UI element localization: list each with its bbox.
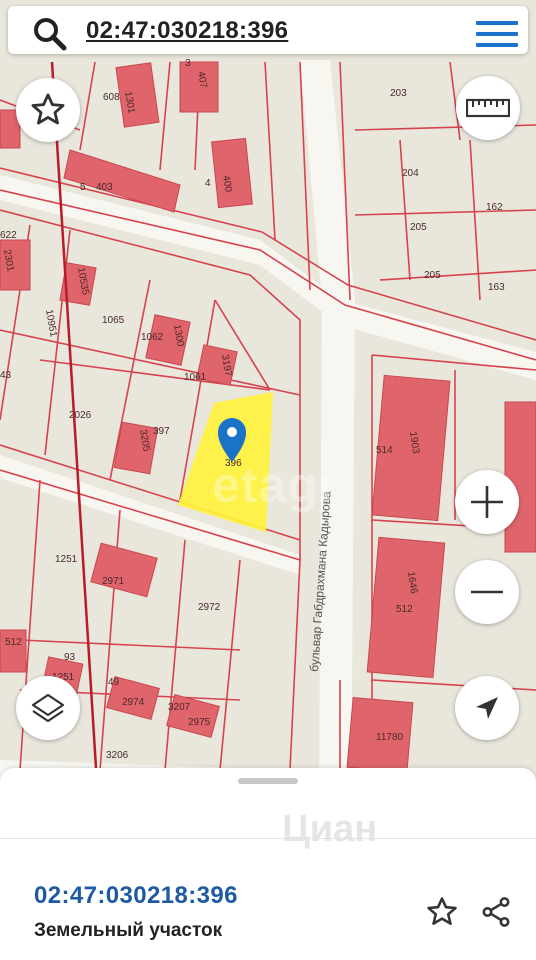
parcel-label: 1251 (55, 554, 78, 565)
parcel-label: 514 (376, 445, 393, 456)
parcel-label: 1061 (184, 372, 207, 383)
zoom-in-button[interactable] (455, 470, 519, 534)
parcel-label: 2974 (122, 697, 145, 708)
parcel-label: 2971 (102, 576, 125, 587)
minus-icon (471, 590, 503, 594)
layers-icon (31, 693, 65, 723)
favorite-map-button[interactable] (16, 78, 80, 142)
favorite-button[interactable] (422, 892, 462, 932)
search-icon[interactable] (32, 16, 68, 52)
parcel-label: 1065 (102, 315, 125, 326)
info-sheet[interactable]: Циан 02:47:030218:396 Земельный участок (0, 768, 536, 960)
parcel-label: 622 (0, 230, 17, 241)
parcel-label: 93 (64, 652, 76, 663)
parcel-label: 49 (108, 677, 120, 688)
parcel-label: 3206 (106, 750, 129, 761)
parcel-label: 2975 (188, 717, 211, 728)
parcel-label: 162 (486, 202, 503, 213)
parcel-label: 203 (390, 88, 407, 99)
parcel-label: 3 (185, 58, 191, 69)
parcel-label: 205 (410, 222, 427, 233)
parcel-label: 397 (153, 426, 170, 437)
parcel-label: 163 (488, 282, 505, 293)
search-query[interactable]: 02:47:030218:396 (86, 17, 288, 45)
share-button[interactable] (476, 892, 516, 932)
ruler-button[interactable] (456, 76, 520, 140)
parcel-label: 11780 (376, 732, 404, 743)
parcel-label: 43 (0, 370, 12, 381)
parcel-label: 2972 (198, 602, 221, 613)
cadastral-number[interactable]: 02:47:030218:396 (34, 882, 238, 910)
share-icon (482, 897, 510, 927)
parcel-label: 1062 (141, 332, 164, 343)
sheet-drag-handle[interactable] (238, 778, 298, 784)
menu-icon[interactable] (476, 18, 518, 50)
plus-icon (471, 486, 503, 518)
parcel-label: 5 (80, 182, 86, 193)
map-watermark: etagi (212, 457, 334, 513)
parcel-label: 2026 (69, 410, 92, 421)
parcel-label: 205 (424, 270, 441, 281)
zoom-out-button[interactable] (455, 560, 519, 624)
star-icon (427, 897, 457, 925)
navigation-arrow-icon (476, 697, 498, 719)
locate-me-button[interactable] (455, 676, 519, 740)
parcel-label: 3207 (168, 702, 191, 713)
search-bar[interactable]: 02:47:030218:396 (8, 6, 528, 54)
sheet-watermark: Циан (282, 808, 378, 850)
parcel-label: 204 (402, 168, 419, 179)
parcel-label: 403 (96, 182, 113, 193)
parcel-label: 512 (5, 637, 22, 648)
ruler-icon (466, 98, 510, 118)
parcel-label: 512 (396, 604, 413, 615)
object-type-label: Земельный участок (34, 920, 223, 941)
layers-button[interactable] (16, 676, 80, 740)
star-icon (31, 93, 65, 125)
divider (0, 838, 536, 839)
parcel-label: 4 (205, 178, 211, 189)
parcel-label: 608 (103, 92, 120, 103)
